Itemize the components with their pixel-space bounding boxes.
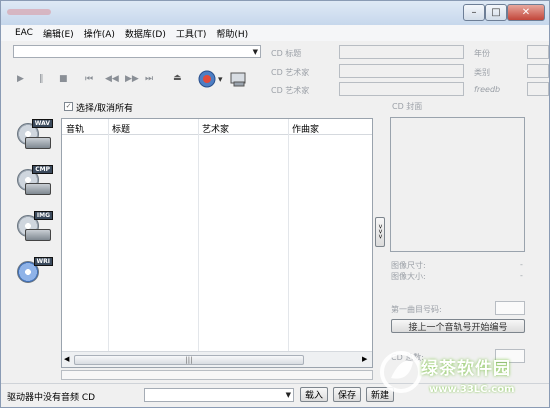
cover-image[interactable] [390,117,525,252]
img-icon[interactable]: IMG [15,211,53,245]
wri-icon[interactable]: WRI [15,257,53,291]
drive-select[interactable]: ▼ [13,45,261,58]
profile-select[interactable]: ▼ [144,388,294,402]
progress-bar [61,370,373,380]
cd-artist-field[interactable] [339,64,464,78]
cd-artist-field-2[interactable] [339,82,464,96]
expand-button[interactable]: >>> [375,217,385,247]
cd-artist-label: CD 艺术家 [271,68,310,77]
scroll-right-icon[interactable]: ▶ [362,355,367,363]
rewind-icon[interactable]: ◀◀ [105,74,119,84]
menu-action[interactable]: 操作(A) [84,27,115,40]
drive-icon [25,229,51,241]
menu-database[interactable]: 数据库(D) [125,27,166,40]
column-artist[interactable]: 艺术家 [202,122,229,135]
menu-bar: EAC 编辑(E) 操作(A) 数据库(D) 工具(T) 帮助(H) [1,25,549,41]
genre-field[interactable] [527,64,549,78]
cd-title-label: CD 标题 [271,49,302,58]
cd-artist-label-2: CD 艺术家 [271,86,310,95]
freedb-field[interactable] [527,82,549,96]
next-track-icon[interactable]: ⏭ [145,74,153,84]
cd-dropdown-icon[interactable]: ▾ [218,75,223,85]
title-bar: – □ ✕ [1,1,549,25]
column-divider [198,119,199,351]
drive-icon [25,137,51,149]
chevron-down-icon: ▼ [252,48,258,56]
cd-options-icon[interactable] [229,70,249,88]
drive-icon [25,183,51,195]
save-button[interactable]: 保存 [333,387,361,402]
chevron-down-icon: ▼ [285,391,291,399]
watermark: 绿茶软件园 www.33LC.com [379,346,549,408]
select-all-checkbox[interactable]: ✓ [64,102,73,111]
fast-forward-icon[interactable]: ▶▶ [125,74,139,84]
load-button[interactable]: 载入 [300,387,328,402]
maximize-button[interactable]: □ [485,4,507,21]
wav-tag: WAV [31,119,53,128]
cd-title-field[interactable] [339,45,464,59]
horizontal-scrollbar[interactable]: ◀ ||| ▶ [62,351,372,367]
status-text: 驱动器中没有音频 CD [7,393,96,403]
menu-edit[interactable]: 编辑(E) [43,27,74,40]
img-tag: IMG [33,211,53,220]
freedb-globe-icon[interactable] [197,69,217,89]
continue-numbering-button[interactable]: 接上一个音轨号开始编号 [391,319,525,333]
prev-track-icon[interactable]: ⏮ [85,74,93,84]
image-size-value: - [520,260,523,269]
wav-icon[interactable]: WAV [15,119,53,153]
genre-label: 类别 [474,68,490,77]
column-divider [108,119,109,351]
cmp-icon[interactable]: CMP [15,165,53,199]
close-button[interactable]: ✕ [507,4,545,21]
minimize-button[interactable]: – [463,4,485,21]
freedb-label: freedb [474,85,501,94]
stop-icon[interactable]: ■ [59,74,68,84]
menu-tools[interactable]: 工具(T) [176,27,207,40]
play-icon[interactable]: ▶ [17,74,24,84]
image-size-label: 图像尺寸: [391,261,426,270]
column-divider [288,119,289,351]
eac-window: – □ ✕ EAC 编辑(E) 操作(A) 数据库(D) 工具(T) 帮助(H)… [0,0,550,408]
column-title[interactable]: 标题 [112,122,130,135]
leaf-logo-icon [380,351,422,393]
year-field[interactable] [527,45,549,59]
image-bytes-label: 图像大小: [391,272,426,281]
select-all-label: 选择/取消所有 [76,104,134,114]
menu-help[interactable]: 帮助(H) [216,27,248,40]
pause-icon[interactable]: ‖ [39,74,44,84]
cmp-tag: CMP [32,165,53,174]
watermark-url: www.33LC.com [429,384,515,395]
scroll-thumb[interactable]: ||| [74,355,304,365]
eject-icon[interactable]: ⏏ [173,73,182,83]
menu-eac[interactable]: EAC [15,28,33,38]
first-track-field[interactable] [495,301,525,315]
cover-heading: CD 封面 [392,102,423,111]
wri-tag: WRI [33,257,53,266]
track-list[interactable]: 音轨 标题 艺术家 作曲家 ◀ ||| ▶ [61,118,373,368]
column-composer[interactable]: 作曲家 [292,122,319,135]
image-bytes-value: - [520,271,523,280]
scroll-left-icon[interactable]: ◀ [64,355,69,363]
window-title [7,9,51,15]
year-label: 年份 [474,49,490,58]
first-track-label: 第一曲目号码: [391,305,442,314]
column-track[interactable]: 音轨 [66,122,84,135]
watermark-brand: 绿茶软件园 [421,359,511,379]
